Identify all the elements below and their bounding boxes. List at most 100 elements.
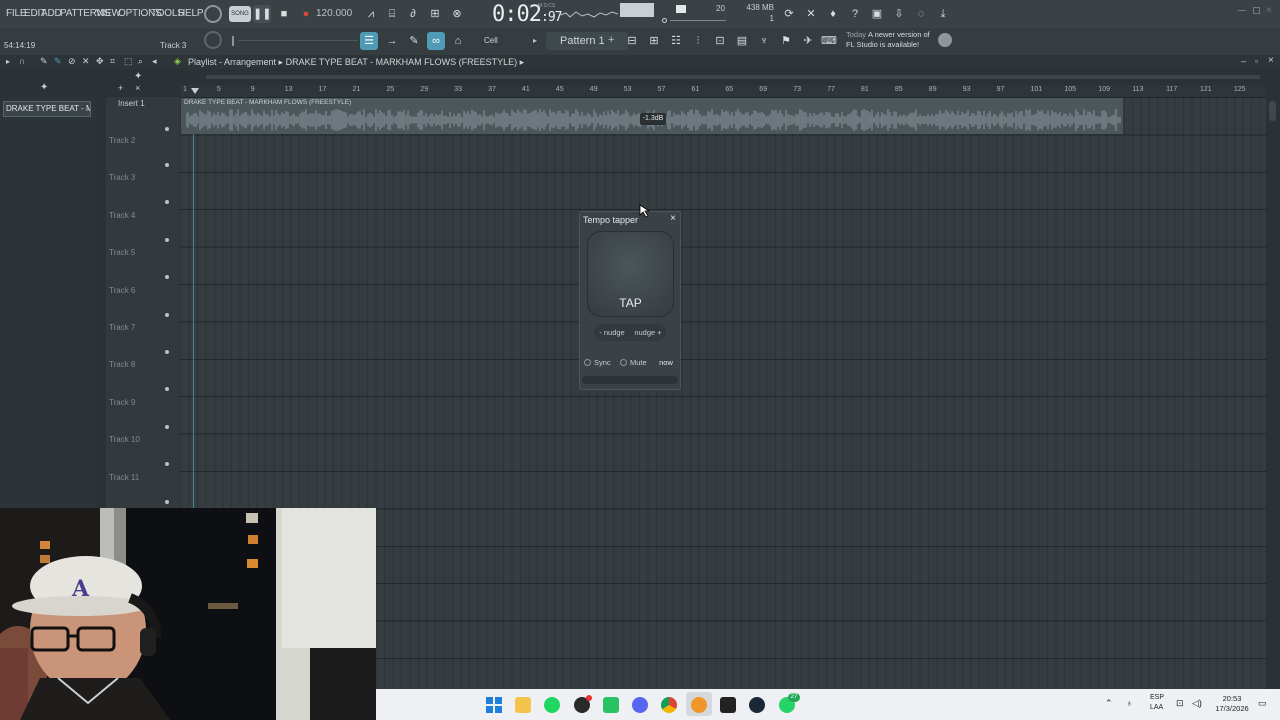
track-name[interactable]: Track 6 [109, 286, 135, 295]
notice-line1[interactable]: A newer version of [868, 30, 968, 40]
tempo-tapper-icon[interactable]: ⌨ [820, 32, 838, 50]
tray-lang1[interactable]: ESP [1150, 694, 1164, 701]
record-icon[interactable]: ● [297, 5, 315, 23]
track-mute-led[interactable] [165, 127, 169, 131]
playlist-close-icon[interactable]: × [1268, 55, 1274, 66]
sync-option[interactable]: Sync [584, 358, 611, 367]
link-icon[interactable]: ∞ [427, 32, 445, 50]
tempo-tapper-close-icon[interactable]: × [667, 213, 679, 225]
playlist-icon[interactable]: ☰ [360, 32, 378, 50]
pitch-slider-handle[interactable] [232, 36, 234, 46]
track-name[interactable]: Track 7 [109, 323, 135, 332]
close-app-icon[interactable]: × [1266, 5, 1272, 16]
metronome-icon[interactable]: ⩘ [362, 5, 380, 23]
stamp-icon[interactable]: ⌂ [449, 32, 467, 50]
add-pattern-icon[interactable]: + [608, 34, 614, 46]
nudge-minus-button[interactable]: - nudge [594, 324, 630, 341]
now-button[interactable]: now [655, 356, 677, 369]
playlist-play-icon[interactable]: ◈ [174, 56, 181, 67]
fl-studio-icon[interactable] [691, 697, 707, 713]
track-mute-led[interactable] [165, 499, 169, 504]
magnet-snap-icon[interactable]: ∩ [19, 56, 25, 66]
sync-radio[interactable] [584, 359, 591, 366]
blend-notes-icon[interactable]: ⊞ [426, 5, 444, 23]
nudge-plus-button[interactable]: nudge + [630, 324, 666, 341]
track-mute-led[interactable] [165, 350, 169, 354]
track-name[interactable]: Track 8 [109, 360, 135, 369]
channel-rack-icon[interactable]: ⊟ [623, 32, 641, 50]
zoom-move-icon[interactable]: ✦ [134, 71, 142, 82]
pattern-prev-arrow-icon[interactable]: ▸ [533, 36, 537, 45]
slip-tool-icon[interactable]: ✥ [96, 56, 104, 67]
song-position-marker[interactable] [191, 88, 199, 94]
help-icon[interactable]: ? [846, 5, 864, 23]
browser-icon[interactable]: ▤ [733, 32, 751, 50]
file-explorer-icon[interactable] [515, 697, 531, 713]
slice-tool-icon[interactable]: ⌗ [110, 56, 115, 67]
master-pitch-slider[interactable] [670, 20, 726, 21]
track-mute-led[interactable] [165, 163, 169, 167]
playback-tool-icon[interactable]: ◂ [152, 56, 157, 67]
taskbar-clock[interactable]: 20:53 17/3/2026 [1214, 694, 1250, 714]
mixer-icon[interactable]: ☷ [667, 32, 685, 50]
add-track-icon[interactable]: + [118, 83, 123, 93]
menu-add[interactable]: ADD [41, 8, 62, 19]
microphone-icon[interactable]: ♦ [824, 5, 842, 23]
track-mute-led[interactable] [165, 237, 169, 242]
track-mute-led[interactable] [165, 312, 169, 317]
draw-tool-icon[interactable]: ✎ [40, 56, 48, 67]
vertical-scrollbar[interactable] [1266, 97, 1280, 690]
track-name[interactable]: Track 9 [109, 398, 135, 407]
remove-track-icon[interactable]: × [135, 83, 140, 93]
snap-selector[interactable]: Cell [484, 36, 498, 45]
track-name[interactable]: Track 11 [109, 473, 139, 482]
steam-icon[interactable] [749, 697, 765, 713]
pitch-knob-icon[interactable] [662, 18, 667, 23]
playlist-maximize-icon[interactable]: ▫ [1255, 56, 1258, 66]
countdown-icon[interactable]: ∂ [404, 5, 422, 23]
epic-games-icon[interactable] [720, 697, 736, 713]
pencil-icon[interactable]: ✎ [405, 32, 423, 50]
horizontal-scrollbar[interactable] [206, 75, 1260, 79]
track-name[interactable]: Track 2 [109, 136, 135, 145]
tray-microphone-icon[interactable]: ♁ [1126, 698, 1133, 708]
minimize-icon[interactable] [1238, 10, 1246, 11]
select-tool-icon[interactable]: ⬚ [124, 56, 133, 67]
pitch-slider-track[interactable] [238, 40, 358, 41]
menu-arrow-icon[interactable]: ▸ [6, 57, 10, 66]
track-mute-led[interactable] [165, 424, 169, 429]
chat-icon[interactable]: ◌ [912, 5, 930, 23]
mute-option[interactable]: Mute [620, 358, 647, 367]
discord-icon[interactable] [632, 697, 648, 713]
zoom-tool-icon[interactable]: ⌕ [138, 56, 143, 67]
windows-start-icon[interactable] [486, 697, 502, 713]
song-mode-toggle[interactable]: SONG [229, 6, 251, 22]
chrome-icon[interactable] [661, 697, 677, 713]
edison-icon[interactable]: ⚑ [777, 32, 795, 50]
track-name[interactable]: Track 10 [109, 435, 140, 444]
fl-cloud-icon[interactable] [603, 697, 619, 713]
mute-radio[interactable] [620, 359, 627, 366]
mute-tool-icon[interactable]: ✕ [82, 56, 90, 67]
piano-roll-icon[interactable]: ⊞ [645, 32, 663, 50]
picker-move-icon[interactable]: ✦ [40, 82, 48, 93]
record-tools-icon[interactable]: ✈ [799, 32, 817, 50]
pause-icon[interactable]: ❚❚ [253, 5, 271, 23]
master-pitch-knob[interactable] [204, 31, 222, 49]
notice-line2[interactable]: FL Studio is available! [846, 40, 919, 49]
spotify-icon[interactable] [544, 697, 560, 713]
loop-record-icon[interactable]: ⊗ [448, 5, 466, 23]
save-icon[interactable]: ▣ [868, 5, 886, 23]
menu-help[interactable]: HELP [178, 8, 204, 19]
plugin-icon[interactable]: ⇩ [890, 5, 908, 23]
tray-volume-icon[interactable]: ◁) [1192, 698, 1202, 709]
download-icon[interactable]: ⤓ [934, 5, 952, 23]
delete-tool-icon[interactable]: ⊘ [68, 56, 76, 67]
plug-icon[interactable]: ♆ [755, 32, 773, 50]
track-1-insert[interactable]: Insert 1 [118, 99, 145, 108]
tray-lang2[interactable]: LAA [1150, 704, 1163, 711]
pattern-selector[interactable]: Pattern 1 [546, 32, 628, 50]
maximize-icon[interactable] [1253, 7, 1260, 14]
wait-input-icon[interactable]: ⌸ [383, 5, 401, 23]
picker-pattern-item[interactable]: DRAKE TYPE BEAT - M... [3, 101, 91, 117]
